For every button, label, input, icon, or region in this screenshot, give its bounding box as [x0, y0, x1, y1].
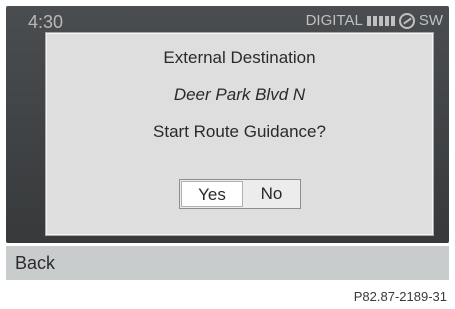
status-time: 4:30	[28, 12, 64, 32]
status-right-group: DIGITAL SW	[306, 12, 443, 29]
figure-reference: P82.87-2189-31	[353, 289, 447, 304]
screen: 4:30 DIGITAL SW External Destination Dee…	[0, 0, 455, 309]
compass-heading: SW	[418, 12, 443, 29]
yes-button[interactable]: Yes	[181, 181, 243, 207]
signal-strength-icon	[366, 15, 395, 26]
choice-group: Yes No	[179, 179, 301, 209]
no-button[interactable]: No	[244, 181, 299, 207]
destination-name: Deer Park Blvd N	[173, 85, 306, 104]
back-bar[interactable]: Back	[6, 246, 449, 280]
dialog-title: External Destination	[163, 48, 316, 67]
status-mode-label: DIGITAL	[305, 12, 363, 29]
compass-icon	[398, 12, 415, 29]
dialog-question: Start Route Guidance?	[153, 122, 326, 141]
route-guidance-dialog: External Destination Deer Park Blvd N St…	[46, 33, 433, 235]
status-bar: 4:30 DIGITAL SW	[6, 6, 449, 36]
display-area: 4:30 DIGITAL SW External Destination Dee…	[6, 6, 449, 243]
back-button[interactable]: Back	[15, 253, 55, 274]
